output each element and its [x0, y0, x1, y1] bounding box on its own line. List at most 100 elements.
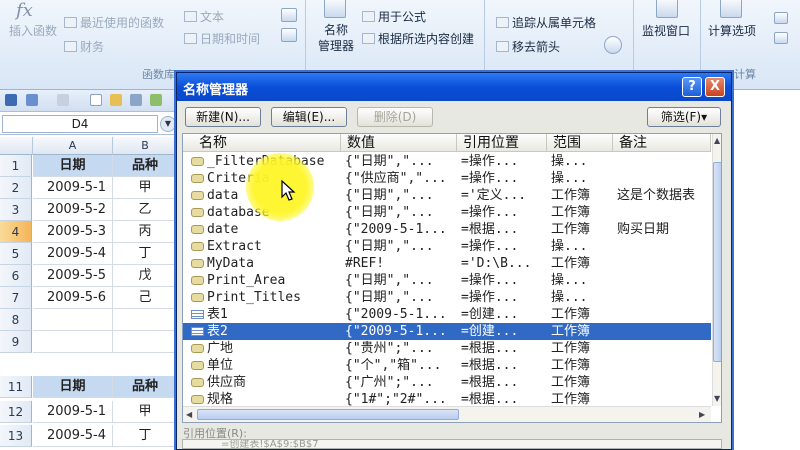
filter-button[interactable]: 筛选(F)▾ — [647, 107, 721, 127]
undo-icon[interactable] — [26, 94, 38, 106]
cell-a[interactable]: 日期 — [33, 376, 113, 398]
name-list-item[interactable]: MyData #REF! ='D:\B... 工作簿 — [183, 255, 711, 272]
spellcheck-icon[interactable] — [150, 94, 162, 106]
text-button[interactable]: 文本 — [184, 8, 224, 25]
row-header[interactable]: 3 — [0, 199, 32, 221]
cell-a[interactable]: 2009-5-4 — [33, 243, 113, 265]
vertical-scrollbar[interactable]: ▲ ▼ — [712, 134, 721, 406]
name-list-item[interactable]: 供应商 {"广州";"... =根据... 工作簿 — [183, 374, 711, 391]
cell-b[interactable] — [113, 331, 178, 353]
row-header[interactable]: 2 — [0, 177, 32, 199]
cell-a[interactable]: 2009-5-2 — [33, 199, 113, 221]
row-header[interactable]: 11 — [0, 376, 32, 398]
remove-arrows-button[interactable]: 移去箭头 — [496, 38, 560, 55]
recent-functions-button[interactable]: 最近使用的函数 — [64, 14, 164, 31]
row-header[interactable]: 9 — [0, 331, 32, 353]
row-header[interactable]: 1 — [0, 155, 32, 177]
name-manager-icon[interactable] — [324, 0, 346, 18]
horizontal-scrollbar[interactable]: ◀ ▶ — [183, 406, 711, 422]
column-header-b[interactable]: B — [113, 137, 178, 155]
save-icon[interactable] — [5, 94, 17, 106]
insert-function-icon[interactable]: fx — [16, 0, 33, 21]
lookup-icon[interactable] — [281, 8, 297, 22]
cell-a[interactable] — [33, 309, 113, 331]
edit-button[interactable]: 编辑(E)... — [271, 107, 347, 127]
evaluate-formula-icon[interactable] — [604, 36, 622, 54]
name-list-item[interactable]: Print_Area {"日期","... =操作... 操... — [183, 272, 711, 289]
open-folder-icon[interactable] — [110, 94, 122, 106]
column-header-refers-to[interactable]: 引用位置 — [457, 134, 547, 152]
datetime-button[interactable]: 日期和时间 — [184, 30, 260, 47]
column-header-value[interactable]: 数值 — [341, 134, 457, 152]
name-list-item[interactable]: 单位 {"个","箱"... =根据... 工作簿 — [183, 357, 711, 374]
name-box-dropdown-icon[interactable]: ▼ — [160, 116, 176, 132]
calc-sheet-icon[interactable] — [774, 32, 788, 44]
row-header-active[interactable]: 4 — [0, 221, 32, 243]
calc-options-button[interactable]: 计算选项 — [708, 22, 756, 39]
insert-function-button[interactable]: 插入函数 — [9, 22, 57, 39]
name-manager-button[interactable]: 名称 管理器 — [318, 22, 354, 54]
cell-b[interactable] — [113, 309, 178, 331]
name-list-item[interactable]: Print_Titles {"日期","... =操作... 操... — [183, 289, 711, 306]
row-header[interactable]: 7 — [0, 287, 32, 309]
cell-a[interactable]: 2009-5-5 — [33, 265, 113, 287]
cell-b[interactable]: 品种 — [113, 155, 178, 177]
new-document-icon[interactable] — [90, 94, 102, 106]
dialog-titlebar[interactable]: 名称管理器 ? X — [177, 73, 731, 101]
cell-b[interactable]: 品种 — [113, 376, 178, 398]
name-list-item[interactable]: Extract {"日期","... =操作... 操... — [183, 238, 711, 255]
name-list-item[interactable]: 表1 {"2009-5-1... =创建... 工作簿 — [183, 306, 711, 323]
finance-button[interactable]: 财务 — [64, 38, 104, 55]
cell-b[interactable]: 乙 — [113, 199, 178, 221]
scroll-right-icon[interactable]: ▶ — [699, 410, 705, 419]
cell-a[interactable]: 2009-5-3 — [33, 221, 113, 243]
scroll-down-icon[interactable]: ▼ — [714, 394, 720, 403]
use-in-formula-button[interactable]: 用于公式 — [362, 8, 426, 25]
column-header-scope[interactable]: 范围 — [547, 134, 613, 152]
column-header-name[interactable]: 名称 — [183, 134, 341, 152]
cell-b[interactable]: 戊 — [113, 265, 178, 287]
cell-a[interactable]: 2009-5-1 — [33, 177, 113, 199]
refers-to-input[interactable]: =创建表!$A$9:$B$7 — [182, 439, 722, 449]
name-box[interactable]: D4 — [2, 115, 158, 133]
watch-window-icon[interactable] — [656, 0, 678, 18]
vertical-scroll-thumb[interactable] — [713, 162, 721, 362]
cell-a[interactable]: 日期 — [33, 155, 113, 177]
delete-button[interactable]: 删除(D) — [357, 107, 433, 127]
cell-a[interactable] — [33, 331, 113, 353]
cell-b[interactable]: 己 — [113, 287, 178, 309]
scroll-up-icon[interactable]: ▲ — [714, 136, 720, 145]
select-all-corner[interactable] — [0, 137, 33, 155]
print-preview-icon[interactable] — [130, 94, 142, 106]
cell-b[interactable]: 甲 — [113, 177, 178, 199]
create-from-selection-button[interactable]: 根据所选内容创建 — [362, 30, 474, 47]
horizontal-scroll-thumb[interactable] — [197, 409, 459, 420]
row-header[interactable]: 8 — [0, 309, 32, 331]
cell-b[interactable]: 丙 — [113, 221, 178, 243]
new-button[interactable]: 新建(N)... — [185, 107, 261, 127]
watch-window-button[interactable]: 监视窗口 — [642, 22, 690, 39]
row-header[interactable]: 12 — [0, 401, 32, 423]
cell-b[interactable]: 丁 — [113, 243, 178, 265]
redo-icon[interactable] — [57, 94, 69, 106]
column-header-comment[interactable]: 备注 — [613, 134, 711, 152]
name-list-item[interactable]: date {"2009-5-1... =根据... 工作簿 购买日期 — [183, 221, 711, 238]
close-button[interactable]: X — [705, 77, 725, 97]
cell-b[interactable]: 丁 — [113, 425, 178, 447]
column-header-a[interactable]: A — [33, 137, 113, 155]
cell-a[interactable]: 2009-5-1 — [33, 401, 113, 423]
row-header[interactable]: 13 — [0, 425, 32, 447]
name-list-item-selected[interactable]: 表2 {"2009-5-1... =创建... 工作簿 — [183, 323, 711, 340]
calculator-icon[interactable] — [720, 0, 742, 18]
math-icon[interactable] — [281, 28, 297, 42]
trace-dependents-button[interactable]: 追踪从属单元格 — [496, 14, 596, 31]
row-header[interactable]: 5 — [0, 243, 32, 265]
help-button[interactable]: ? — [682, 77, 702, 97]
name-list-item[interactable]: 广地 {"贵州";"... =根据... 工作簿 — [183, 340, 711, 357]
row-header[interactable]: 6 — [0, 265, 32, 287]
scroll-left-icon[interactable]: ◀ — [186, 410, 192, 419]
cell-a[interactable]: 2009-5-4 — [33, 425, 113, 447]
calc-now-icon[interactable] — [774, 12, 788, 24]
cell-a[interactable]: 2009-5-6 — [33, 287, 113, 309]
cell-b[interactable]: 甲 — [113, 401, 178, 423]
